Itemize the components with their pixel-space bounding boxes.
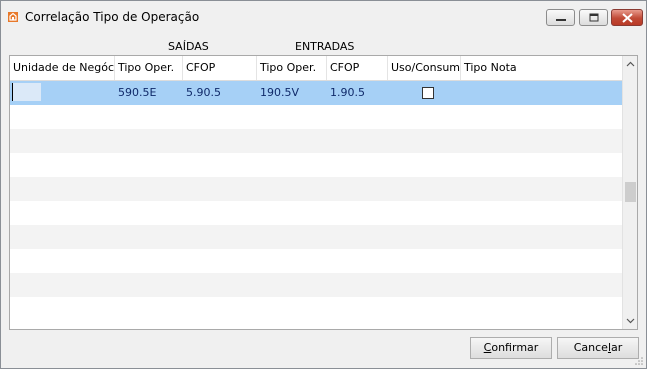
scroll-down-icon[interactable]	[626, 318, 635, 324]
column-header-tipo-nota[interactable]: Tipo Nota	[461, 56, 622, 80]
unidade-edit-cell[interactable]	[12, 83, 41, 101]
confirm-button[interactable]: Confirmar	[470, 337, 552, 359]
maximize-icon	[589, 13, 599, 22]
cancel-label: Cancelar	[573, 341, 623, 354]
column-header-entrada-tipo-oper[interactable]: Tipo Oper.	[257, 56, 327, 80]
dialog-window: Correlação Tipo de Operação SAÍDAS ENTRA…	[0, 0, 647, 369]
cell-saida-tipo-oper[interactable]: 590.5E	[115, 81, 156, 105]
close-icon	[622, 13, 633, 23]
window-title: Correlação Tipo de Operação	[25, 10, 200, 24]
correlation-grid[interactable]: Unidade de Negócio Tipo Oper. CFOP Tipo …	[9, 55, 638, 330]
column-header-saida-tipo-oper[interactable]: Tipo Oper.	[115, 56, 183, 80]
empty-row[interactable]	[10, 129, 622, 153]
empty-row[interactable]	[10, 153, 622, 177]
minimize-icon	[556, 19, 566, 21]
column-header-uso-consumo[interactable]: Uso/Consumo	[388, 56, 461, 80]
cell-tipo-nota[interactable]	[461, 81, 464, 105]
cell-entrada-tipo-oper[interactable]: 190.5V	[257, 81, 299, 105]
column-header-unidade[interactable]: Unidade de Negócio	[10, 56, 115, 80]
close-button[interactable]	[611, 9, 643, 26]
empty-row[interactable]	[10, 297, 622, 321]
table-row[interactable]: 590.5E 5.90.5 190.5V 1.90.5	[10, 81, 622, 105]
maximize-button[interactable]	[579, 9, 608, 26]
cancel-button[interactable]: Cancelar	[557, 337, 639, 359]
empty-row[interactable]	[10, 225, 622, 249]
empty-row[interactable]	[10, 273, 622, 297]
resize-grip-icon[interactable]	[634, 356, 644, 366]
confirm-label: Confirmar	[483, 341, 539, 354]
app-logo-icon	[8, 12, 18, 22]
group-header-entradas: ENTRADAS	[295, 40, 355, 53]
group-header-saidas: SAÍDAS	[168, 40, 209, 53]
cell-saida-cfop[interactable]: 5.90.5	[183, 81, 221, 105]
uso-consumo-checkbox[interactable]	[422, 87, 434, 99]
empty-row[interactable]	[10, 249, 622, 273]
minimize-button[interactable]	[546, 9, 575, 26]
column-header-entrada-cfop[interactable]: CFOP	[327, 56, 388, 80]
vertical-scrollbar[interactable]	[622, 56, 637, 329]
cell-entrada-cfop[interactable]: 1.90.5	[327, 81, 365, 105]
empty-row[interactable]	[10, 201, 622, 225]
scrollbar-thumb[interactable]	[625, 182, 636, 202]
empty-row[interactable]	[10, 177, 622, 201]
empty-row[interactable]	[10, 105, 622, 129]
column-header-saida-cfop[interactable]: CFOP	[183, 56, 257, 80]
title-bar[interactable]: Correlação Tipo de Operação	[1, 1, 646, 31]
scroll-up-icon[interactable]	[626, 61, 635, 67]
